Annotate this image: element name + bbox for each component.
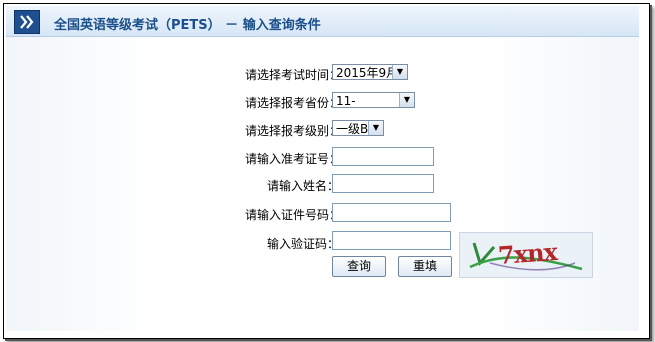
exam-time-select[interactable]: 2015年9月 ▼	[332, 64, 408, 80]
exam-time-label: 请选择考试时间：	[245, 68, 342, 82]
exam-time-value: 2015年9月	[336, 66, 399, 80]
captcha-image[interactable]: 7xnx	[459, 232, 593, 278]
level-label: 请选择报考级别：	[245, 124, 342, 138]
captcha-input[interactable]	[332, 231, 451, 250]
page-title: 全国英语等级考试（PETS） － 输入查询条件	[54, 18, 321, 33]
name-label: 请输入姓名：	[267, 179, 340, 193]
province-value: 11-	[336, 94, 356, 108]
captcha-label: 输入验证码：	[267, 237, 340, 251]
chevron-down-icon: ▼	[399, 93, 414, 107]
chevron-down-icon: ▼	[392, 65, 407, 79]
level-value: 一级B	[336, 122, 369, 136]
ticket-number-input[interactable]	[332, 147, 434, 166]
chevron-down-icon: ▼	[368, 121, 383, 135]
name-input[interactable]	[332, 174, 434, 193]
page-header: 全国英语等级考试（PETS） － 输入查询条件	[6, 6, 639, 37]
double-chevron-right-icon	[14, 10, 40, 34]
ticket-number-label: 请输入准考证号：	[245, 152, 342, 166]
province-select[interactable]: 11- ▼	[332, 92, 415, 108]
captcha-text: 7xnx	[497, 236, 558, 271]
query-button[interactable]: 查询	[332, 256, 386, 277]
id-number-label: 请输入证件号码：	[245, 208, 342, 222]
reset-button[interactable]: 重填	[398, 256, 452, 277]
province-label: 请选择报考省份：	[245, 96, 342, 110]
id-number-input[interactable]	[332, 203, 451, 222]
level-select[interactable]: 一级B ▼	[332, 120, 384, 136]
